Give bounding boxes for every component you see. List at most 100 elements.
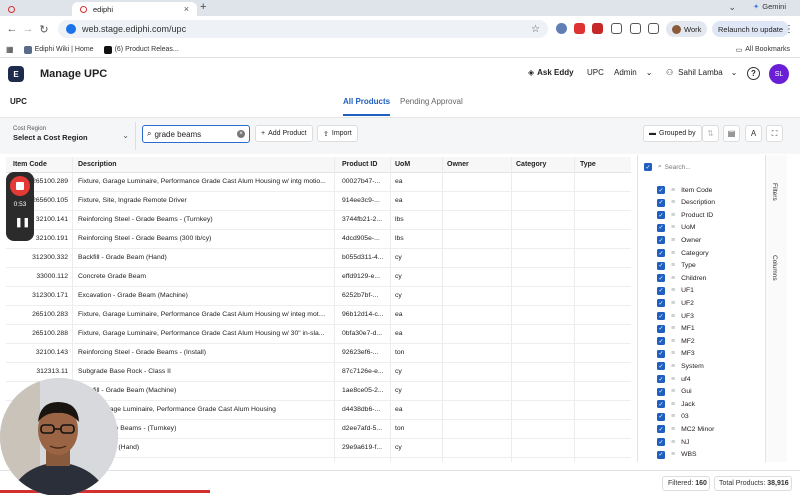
col-description[interactable]: Description (78, 161, 117, 168)
column-toggle-item[interactable]: ✓ ≡ Owner (657, 234, 701, 246)
column-toggle-item[interactable]: ✓ ≡ NJ (657, 436, 689, 448)
column-checkbox[interactable]: ✓ (657, 299, 665, 308)
drag-handle-icon[interactable]: ≡ (671, 338, 675, 345)
select-all-checkbox[interactable]: ✓ (644, 163, 652, 171)
column-checkbox[interactable]: ✓ (657, 223, 665, 232)
extension-icon[interactable] (556, 23, 567, 34)
column-checkbox[interactable]: ✓ (657, 400, 665, 409)
drag-handle-icon[interactable]: ≡ (671, 212, 675, 219)
column-toggle-item[interactable]: ✓ ≡ Jack (657, 398, 695, 410)
column-checkbox[interactable]: ✓ (657, 312, 665, 320)
bookmark-star-icon[interactable]: ☆ (531, 24, 540, 35)
col-type[interactable]: Type (580, 161, 596, 168)
table-row[interactable]: 33000.112 Concrete Grade Beam effd9129-e..… (6, 268, 631, 287)
column-checkbox[interactable]: ✓ (657, 450, 665, 459)
relaunch-button[interactable]: Relaunch to update (712, 21, 790, 37)
column-checkbox[interactable]: ✓ (657, 198, 665, 207)
table-row[interactable]: 265100.288 Fixture, Garage Luminaire, Per… (6, 325, 631, 344)
url-field[interactable]: web.stage.ediphi.com/upc ☆ (58, 20, 548, 38)
col-category[interactable]: Category (516, 161, 546, 168)
column-checkbox[interactable]: ✓ (657, 286, 665, 295)
table-row[interactable]: 265600.105 Fixture, Site, Ingrade Remote … (6, 192, 631, 211)
tab-all-products[interactable]: All Products (343, 97, 391, 116)
drag-handle-icon[interactable]: ≡ (671, 224, 675, 231)
extension-icon[interactable] (574, 23, 585, 34)
app-logo[interactable]: E (8, 66, 24, 82)
apps-grid-icon[interactable]: ▦ (6, 45, 14, 54)
filters-tab[interactable]: Filters (771, 183, 778, 201)
extension-icon[interactable] (611, 23, 622, 34)
drag-handle-icon[interactable]: ≡ (671, 401, 675, 408)
drag-handle-icon[interactable]: ≡ (671, 325, 675, 332)
webcam-bubble[interactable] (0, 378, 118, 495)
table-row[interactable]: 32100.143 Reinforcing Steel - Grade Beams… (6, 344, 631, 363)
column-checkbox[interactable]: ✓ (657, 324, 665, 333)
gemini-button[interactable]: ✦ Gemini (753, 2, 786, 11)
drag-handle-icon[interactable]: ≡ (671, 388, 675, 395)
drag-handle-icon[interactable]: ≡ (671, 376, 675, 383)
fullscreen-icon[interactable]: ⛶ (766, 125, 783, 142)
column-checkbox[interactable]: ✓ (657, 211, 665, 220)
admin-menu[interactable]: Admin ⌄ (614, 68, 652, 77)
column-checkbox[interactable]: ✓ (657, 412, 665, 421)
table-view-icon[interactable]: ▤ (723, 125, 740, 142)
drag-handle-icon[interactable]: ≡ (671, 237, 675, 244)
drag-handle-icon[interactable]: ≡ (671, 275, 675, 282)
column-toggle-item[interactable]: ✓ ≡ WBS (657, 449, 697, 461)
drag-handle-icon[interactable]: ≡ (671, 350, 675, 357)
drag-handle-icon[interactable]: ≡ (671, 262, 675, 269)
drag-handle-icon[interactable]: ≡ (671, 426, 675, 433)
drag-handle-icon[interactable]: ≡ (671, 313, 675, 320)
tab-pending-approval[interactable]: Pending Approval (400, 97, 463, 106)
column-toggle-item[interactable]: ✓ ≡ 03 (657, 411, 689, 423)
column-checkbox[interactable]: ✓ (657, 375, 665, 383)
back-icon[interactable]: ← (4, 23, 20, 35)
profile-button[interactable]: Work (666, 21, 708, 37)
import-button[interactable]: ⇪ Import (317, 125, 358, 142)
column-toggle-item[interactable]: ✓ ≡ UF3 (657, 310, 694, 322)
column-toggle-item[interactable]: ✓ ≡ MF3 (657, 348, 695, 360)
column-checkbox[interactable]: ✓ (657, 425, 665, 434)
table-row[interactable]: 312300.332 Backfill - Grade Beam (Hand) b0… (6, 249, 631, 268)
columns-tab[interactable]: Columns (771, 255, 778, 281)
col-owner[interactable]: Owner (447, 161, 469, 168)
cost-region-select[interactable]: Cost Region Select a Cost Region ⌄ (6, 122, 136, 150)
drag-handle-icon[interactable]: ≡ (671, 250, 675, 257)
column-checkbox[interactable]: ✓ (657, 438, 665, 446)
bookmark-item[interactable]: (6) Product Releas... (103, 45, 179, 54)
col-uom[interactable]: UoM (395, 161, 410, 168)
column-checkbox[interactable]: ✓ (657, 186, 665, 194)
column-toggle-item[interactable]: ✓ ≡ Category (657, 247, 709, 259)
bookmark-item[interactable]: Ediphi Wiki | Home (23, 45, 94, 54)
table-row[interactable]: 265100.289 Fixture, Garage Luminaire, Per… (6, 173, 631, 192)
column-toggle-item[interactable]: ✓ ≡ MF2 (657, 335, 695, 347)
column-toggle-item[interactable]: ✓ ≡ UF1 (657, 285, 694, 297)
drag-handle-icon[interactable]: ≡ (671, 439, 675, 446)
column-checkbox[interactable]: ✓ (657, 337, 665, 346)
add-product-button[interactable]: + Add Product (255, 125, 313, 142)
browser-tab-active[interactable]: ediphi × (72, 2, 197, 16)
col-product-id[interactable]: Product ID (342, 161, 377, 168)
column-toggle-item[interactable]: ✓ ≡ UF2 (657, 297, 694, 309)
table-row[interactable]: 312313.11 Subgrade Base Rock - Class II 87… (6, 363, 631, 382)
help-icon[interactable]: ? (747, 67, 760, 80)
column-toggle-item[interactable]: ✓ ≡ Description (657, 197, 715, 209)
chevron-down-icon[interactable]: ⌄ (728, 2, 736, 13)
column-toggle-item[interactable]: ✓ ≡ System (657, 360, 704, 372)
browser-menu-icon[interactable]: ⋮ (784, 24, 794, 35)
drag-handle-icon[interactable]: ≡ (671, 287, 675, 294)
column-toggle-item[interactable]: ✓ ≡ Children (657, 272, 706, 284)
column-checkbox[interactable]: ✓ (657, 249, 665, 257)
browser-tab-inactive[interactable] (0, 2, 70, 16)
column-checkbox[interactable]: ✓ (657, 362, 665, 371)
grouped-by-button[interactable]: ▬ Grouped by (643, 125, 702, 142)
column-toggle-item[interactable]: ✓ ≡ Product ID (657, 209, 713, 221)
column-toggle-item[interactable]: ✓ ≡ UoM (657, 222, 695, 234)
column-checkbox[interactable]: ✓ (657, 236, 665, 245)
search-input[interactable]: ⌕ grade beams × (142, 125, 250, 143)
forward-icon[interactable]: → (20, 23, 36, 35)
group-toggle-icon[interactable]: ⇅ (702, 125, 719, 142)
column-checkbox[interactable]: ✓ (657, 349, 665, 358)
column-toggle-item[interactable]: ✓ ≡ uf4 (657, 373, 691, 385)
column-checkbox[interactable]: ✓ (657, 274, 665, 283)
